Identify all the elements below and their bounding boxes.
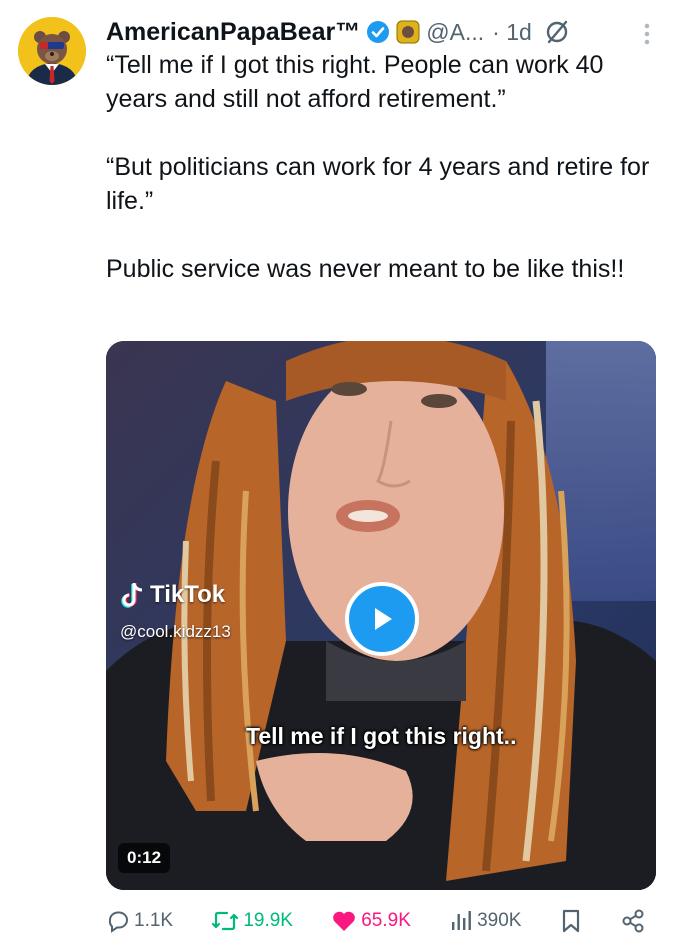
video-caption: Tell me if I got this right..: [246, 723, 517, 749]
tweet-paragraph-3: Public service was never meant to be lik…: [106, 255, 625, 283]
tweet-paragraph-2: “But politicians can work for 4 years an…: [106, 153, 650, 215]
tweet-text: “Tell me if I got this right. People can…: [106, 48, 662, 286]
play-button[interactable]: [345, 582, 419, 656]
share-icon: [620, 908, 646, 934]
author-name[interactable]: AmericanPapaBear™: [106, 18, 360, 47]
video-duration: 0:12: [118, 843, 171, 873]
views-icon: [449, 909, 473, 933]
tiktok-username: @cool.kidzz13: [120, 622, 231, 641]
verified-badge-icon[interactable]: [366, 20, 390, 44]
reply-icon: [106, 909, 130, 933]
bookmark-icon: [560, 908, 582, 934]
reply-count: 1.1K: [134, 910, 174, 931]
author-handle[interactable]: @A...: [426, 19, 484, 46]
avatar[interactable]: [18, 17, 86, 85]
tiktok-brand-text: TikTok: [150, 581, 226, 608]
org-badge-icon[interactable]: [396, 20, 420, 44]
action-bar: 1.1K 19.9K 65.9K 390K: [106, 903, 646, 939]
bookmark-button[interactable]: [560, 908, 582, 934]
like-count: 65.9K: [361, 910, 411, 931]
repost-button[interactable]: 19.9K: [211, 909, 293, 933]
grok-icon[interactable]: [544, 19, 570, 45]
repost-icon: [211, 909, 239, 933]
post-time[interactable]: · 1d: [492, 19, 532, 46]
tweet-header: AmericanPapaBear™ @A... · 1d: [106, 14, 666, 50]
repost-count: 19.9K: [243, 910, 293, 931]
like-button[interactable]: 65.9K: [331, 909, 411, 933]
tiktok-watermark: TikTok: [120, 581, 225, 609]
play-icon: [369, 605, 395, 633]
views-count: 390K: [477, 910, 522, 931]
reply-button[interactable]: 1.1K: [106, 909, 173, 933]
share-button[interactable]: [620, 908, 646, 934]
tweet-paragraph-1: “Tell me if I got this right. People can…: [106, 51, 604, 113]
views-button[interactable]: 390K: [449, 909, 521, 933]
like-icon: [331, 909, 357, 933]
video-player[interactable]: TikTok @cool.kidzz13 Tell me if I got th…: [106, 341, 656, 890]
bear-avatar-image: [18, 17, 86, 85]
tiktok-logo-icon: [120, 581, 146, 609]
